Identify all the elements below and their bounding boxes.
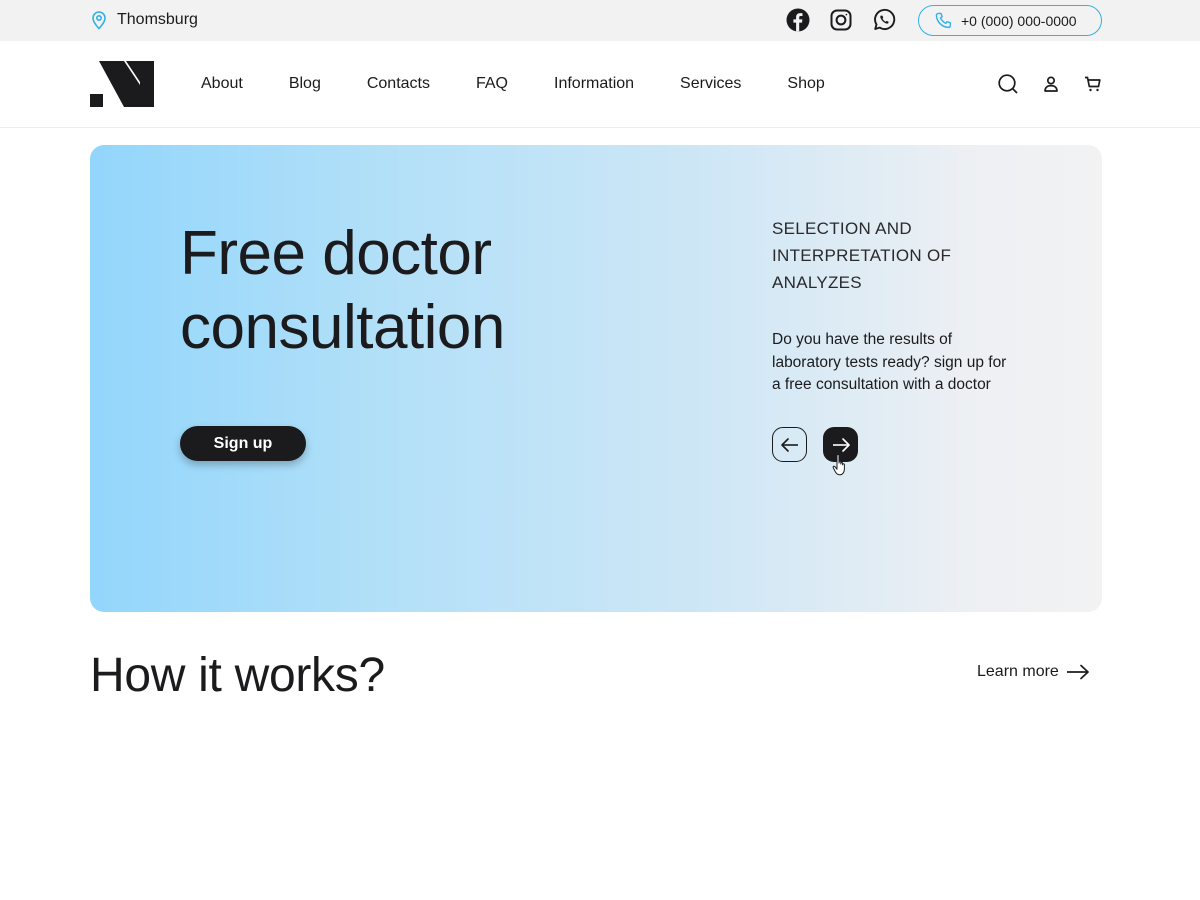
whatsapp-icon[interactable] xyxy=(872,8,896,32)
arrow-right-icon xyxy=(1066,664,1089,680)
main-header: About Blog Contacts FAQ Information Serv… xyxy=(0,41,1200,128)
nav-blog[interactable]: Blog xyxy=(289,74,321,94)
slider-prev-button[interactable] xyxy=(772,427,807,462)
user-icon[interactable] xyxy=(1041,74,1061,94)
phone-number: +0 (000) 000-0000 xyxy=(961,12,1077,29)
phone-button[interactable]: +0 (000) 000-0000 xyxy=(918,5,1102,36)
nav-shop[interactable]: Shop xyxy=(787,74,824,94)
map-pin-icon xyxy=(92,11,106,30)
hero-subtitle: SELECTION AND INTERPRETATION OF ANALYZES xyxy=(772,219,952,292)
how-it-works-heading: How it works? xyxy=(90,649,385,702)
brand-logo[interactable] xyxy=(90,61,154,107)
hero-banner: Free doctor consultation Sign up SELECTI… xyxy=(90,145,1102,612)
social-links xyxy=(786,8,896,32)
top-bar: Thomsburg +0 (000) 000-0000 xyxy=(0,0,1200,41)
location[interactable]: Thomsburg xyxy=(90,10,198,30)
search-icon[interactable] xyxy=(997,73,1019,95)
nav-services[interactable]: Services xyxy=(680,74,741,94)
arrow-left-icon xyxy=(780,437,798,452)
nav-contacts[interactable]: Contacts xyxy=(367,74,430,94)
header-actions xyxy=(997,73,1103,95)
hand-cursor-icon xyxy=(832,454,845,476)
learn-more-label: Learn more xyxy=(977,663,1059,680)
nav-faq[interactable]: FAQ xyxy=(476,74,508,94)
nav-about[interactable]: About xyxy=(201,74,243,94)
hero-title: Free doctor consultation xyxy=(180,219,505,362)
arrow-right-icon xyxy=(832,437,850,452)
learn-more-link[interactable]: Learn more xyxy=(977,663,1090,681)
cart-icon[interactable] xyxy=(1083,74,1103,94)
instagram-icon[interactable] xyxy=(829,8,853,32)
hero-description: Do you have the results of laboratory te… xyxy=(772,331,1007,393)
nav-information[interactable]: Information xyxy=(554,74,634,94)
main-nav: About Blog Contacts FAQ Information Serv… xyxy=(201,74,871,94)
facebook-icon[interactable] xyxy=(786,8,810,32)
location-label: Thomsburg xyxy=(117,11,198,28)
signup-button[interactable]: Sign up xyxy=(180,426,306,461)
phone-icon xyxy=(935,12,952,29)
